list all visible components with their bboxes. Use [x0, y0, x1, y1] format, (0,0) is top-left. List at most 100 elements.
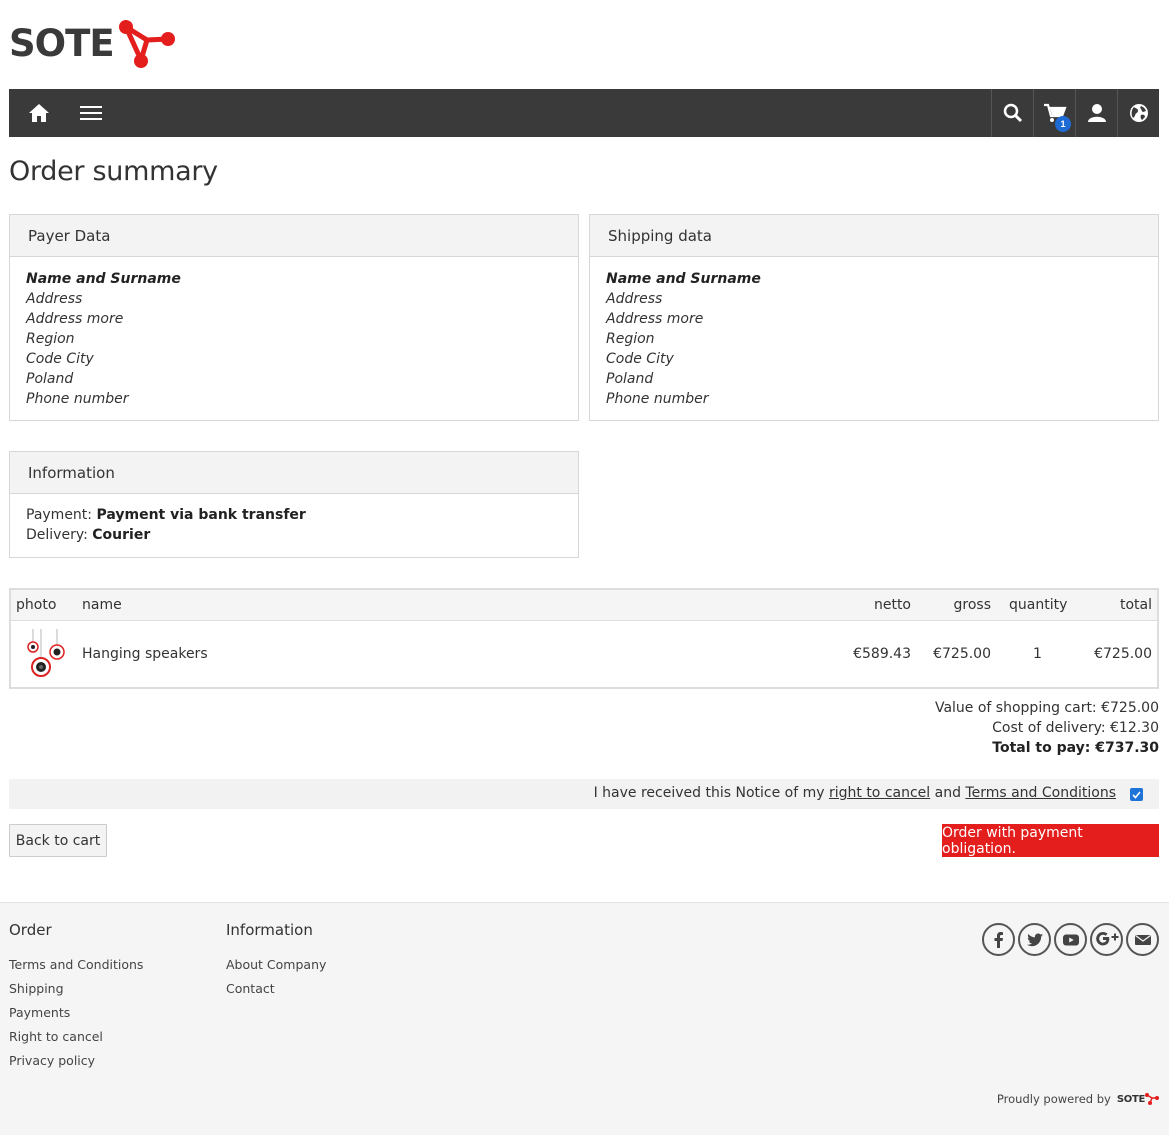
- footer-link-shipping[interactable]: Shipping: [9, 977, 143, 1001]
- footer-link-about[interactable]: About Company: [226, 953, 326, 977]
- shipping-address-more: Address more: [606, 311, 704, 327]
- site-logo[interactable]: SOTE: [9, 18, 178, 70]
- cart-count-badge: 1: [1055, 116, 1071, 132]
- email-button[interactable]: [1126, 923, 1159, 956]
- youtube-icon: [1062, 934, 1079, 945]
- shipping-code-city: Code City: [606, 351, 674, 367]
- shipping-phone: Phone number: [606, 391, 709, 407]
- back-to-cart-button[interactable]: Back to cart: [9, 824, 107, 857]
- nav-right-tools: 1: [991, 89, 1159, 137]
- delivery-label: Delivery:: [26, 527, 88, 543]
- footer-link-contact[interactable]: Contact: [226, 977, 326, 1001]
- shipping-name: Name and Surname: [606, 271, 761, 287]
- product-total: €725.00: [1094, 646, 1152, 662]
- total-to-pay: Total to pay: €737.30: [992, 740, 1159, 756]
- logo-mark-icon: [118, 20, 175, 68]
- delivery-value: Courier: [92, 527, 151, 543]
- page-title: Order summary: [9, 156, 218, 187]
- product-thumbnail[interactable]: [21, 629, 69, 679]
- email-icon: [1134, 934, 1151, 945]
- col-name: name: [82, 597, 122, 613]
- order-totals: Value of shopping cart: €725.00 Cost of …: [935, 698, 1159, 758]
- right-to-cancel-link[interactable]: right to cancel: [829, 785, 930, 801]
- shipping-region: Region: [606, 331, 655, 347]
- footer-link-right-to-cancel[interactable]: Right to cancel: [9, 1025, 143, 1049]
- social-links: [982, 923, 1159, 956]
- payment-row: Payment: Payment via bank transfer: [26, 505, 562, 525]
- payer-data-heading: Payer Data: [10, 215, 578, 257]
- menu-button[interactable]: [71, 89, 111, 137]
- payer-name: Name and Surname: [26, 271, 181, 287]
- payment-label: Payment:: [26, 507, 93, 523]
- powered-by-text: Proudly powered by: [996, 1092, 1111, 1106]
- account-button[interactable]: [1075, 89, 1117, 137]
- google-plus-button[interactable]: [1090, 923, 1123, 956]
- delivery-row: Delivery: Courier: [26, 525, 562, 545]
- payer-region: Region: [26, 331, 75, 347]
- product-gross: €725.00: [933, 646, 991, 662]
- footer-order-column: Order Terms and Conditions Shipping Paym…: [9, 921, 143, 1073]
- shipping-country: Poland: [606, 371, 654, 387]
- product-quantity: 1: [1033, 646, 1042, 662]
- home-button[interactable]: [19, 89, 59, 137]
- facebook-button[interactable]: [982, 923, 1015, 956]
- payer-phone: Phone number: [26, 391, 129, 407]
- twitter-icon: [1026, 933, 1043, 946]
- consent-text: I have received this Notice of my right …: [594, 785, 1116, 801]
- footer-information-column: Information About Company Contact: [226, 921, 326, 1001]
- main-navbar: 1: [9, 89, 1159, 137]
- product-name[interactable]: Hanging speakers: [82, 646, 208, 662]
- payer-address-more: Address more: [26, 311, 124, 327]
- footer-link-privacy[interactable]: Privacy policy: [9, 1049, 143, 1073]
- twitter-button[interactable]: [1018, 923, 1051, 956]
- facebook-icon: [994, 931, 1003, 948]
- consent-checkbox[interactable]: [1130, 788, 1143, 801]
- page-footer: Order Terms and Conditions Shipping Paym…: [0, 902, 1169, 1135]
- powered-by-logo-text: SOTE: [1116, 1093, 1145, 1105]
- col-photo: photo: [16, 597, 57, 613]
- order-with-payment-button[interactable]: Order with payment obligation.: [942, 824, 1159, 857]
- col-gross: gross: [953, 597, 992, 613]
- user-icon: [1087, 104, 1106, 122]
- consent-prefix: I have received this Notice of my: [593, 785, 825, 801]
- payer-data-panel: Payer Data Name and Surname Address Addr…: [9, 214, 579, 421]
- hamburger-menu-icon: [80, 106, 102, 120]
- footer-information-heading: Information: [226, 921, 313, 939]
- payment-value: Payment via bank transfer: [96, 507, 306, 523]
- footer-order-heading: Order: [9, 921, 52, 939]
- powered-by-logo-icon: [1145, 1093, 1159, 1105]
- delivery-cost: Cost of delivery: €12.30: [992, 720, 1159, 736]
- cart-table: photo name netto gross quantity total Ha…: [9, 588, 1159, 689]
- col-total: total: [1119, 597, 1152, 613]
- shipping-data-heading: Shipping data: [590, 215, 1158, 257]
- payer-country: Poland: [26, 371, 74, 387]
- product-netto: €589.43: [853, 646, 911, 662]
- footer-link-payments[interactable]: Payments: [9, 1001, 143, 1025]
- home-icon: [29, 104, 49, 122]
- language-button[interactable]: [1117, 89, 1159, 137]
- payer-address: Address: [26, 291, 83, 307]
- footer-link-terms[interactable]: Terms and Conditions: [9, 953, 143, 977]
- shipping-data-panel: Shipping data Name and Surname Address A…: [589, 214, 1159, 421]
- cart-value: Value of shopping cart: €725.00: [934, 700, 1159, 716]
- powered-by[interactable]: Proudly powered by SOTE: [997, 1092, 1159, 1106]
- information-heading: Information: [10, 452, 578, 494]
- terms-consent-bar: I have received this Notice of my right …: [9, 779, 1159, 809]
- payer-code-city: Code City: [26, 351, 94, 367]
- google-plus-icon: [1095, 931, 1118, 945]
- search-button[interactable]: [991, 89, 1033, 137]
- logo-text: SOTE: [9, 22, 115, 65]
- col-netto: netto: [873, 597, 911, 613]
- information-panel: Information Payment: Payment via bank tr…: [9, 451, 579, 558]
- youtube-button[interactable]: [1054, 923, 1087, 956]
- consent-and: and: [934, 785, 961, 801]
- cart-table-header: photo name netto gross quantity total: [11, 590, 1157, 621]
- search-icon: [1003, 103, 1022, 123]
- terms-and-conditions-link[interactable]: Terms and Conditions: [965, 785, 1116, 801]
- globe-icon: [1129, 104, 1148, 122]
- shipping-address: Address: [606, 291, 663, 307]
- checkmark-icon: [1132, 790, 1141, 799]
- table-row: Hanging speakers €589.43 €725.00 1 €725.…: [11, 621, 1157, 687]
- col-quantity: quantity: [1009, 597, 1068, 613]
- cart-button[interactable]: 1: [1033, 89, 1075, 137]
